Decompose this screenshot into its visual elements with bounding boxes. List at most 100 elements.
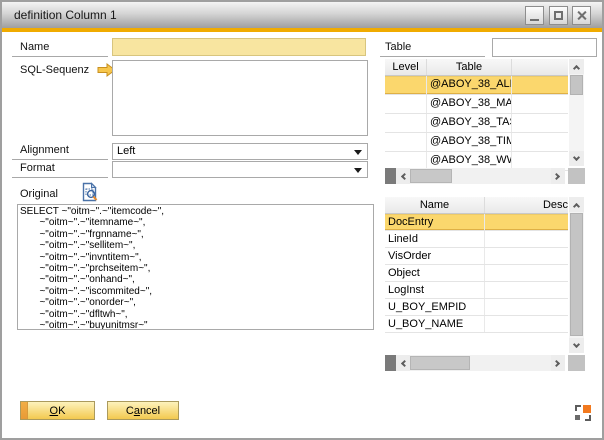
cell-desc	[485, 316, 568, 332]
scroll-right-icon[interactable]	[551, 355, 565, 371]
scroll-left-icon[interactable]	[396, 168, 410, 184]
field-row[interactable]: U_BOY_NAME	[385, 316, 568, 333]
resize-grip-icon[interactable]	[575, 405, 591, 421]
cell-desc	[485, 265, 568, 281]
cell-name: LineId	[385, 231, 485, 247]
name-input[interactable]	[112, 38, 366, 56]
scroll-down-icon[interactable]	[569, 151, 584, 166]
scroll-right-icon[interactable]	[551, 168, 565, 184]
maximize-icon	[554, 11, 563, 20]
field-row[interactable]: DocEntry	[385, 214, 568, 231]
field-row[interactable]: Object	[385, 265, 568, 282]
scroll-up-icon[interactable]	[569, 59, 584, 74]
fields-grid-rows: DocEntry LineId VisOrder Object LogInst …	[385, 214, 568, 333]
scrollbar-corner	[568, 355, 585, 371]
close-button[interactable]	[572, 6, 591, 25]
cell-table: @ABOY_38_MANUA	[427, 95, 512, 113]
accent-bar	[2, 28, 602, 32]
fields-grid: Name Desc DocEntry LineId VisOrder Objec…	[385, 197, 568, 334]
cell-desc	[485, 282, 568, 298]
close-icon	[576, 10, 587, 21]
alignment-dropdown[interactable]: Left	[112, 143, 368, 160]
alignment-value: Left	[117, 145, 135, 157]
definition-column-dialog: definition Column 1 Name SQL-Sequenz Ali…	[0, 0, 604, 440]
window-title: definition Column 1	[14, 8, 117, 22]
tables-grid-vscrollbar[interactable]	[569, 59, 584, 166]
table-row[interactable]: @ABOY_38_TASK	[385, 114, 568, 133]
format-dropdown[interactable]	[112, 161, 368, 178]
ok-button[interactable]: OK	[20, 401, 95, 420]
chevron-down-icon	[354, 168, 362, 173]
field-row[interactable]: LogInst	[385, 282, 568, 299]
field-row[interactable]: U_BOY_EMPID	[385, 299, 568, 316]
minimize-button[interactable]	[525, 6, 544, 25]
field-row[interactable]: LineId	[385, 231, 568, 248]
cell-extra	[512, 95, 568, 113]
table-filter-input[interactable]	[492, 38, 597, 57]
tables-grid-hscrollbar[interactable]	[385, 168, 585, 184]
column-split-handle[interactable]	[385, 355, 396, 371]
cell-table: @ABOY_38_TIMERE	[427, 133, 512, 151]
cell-name: U_BOY_NAME	[385, 316, 485, 332]
cell-extra	[512, 114, 568, 132]
tables-grid: Level Table @ABOY_38_ALLOC_ @ABOY_38_MAN…	[385, 59, 568, 173]
table-row[interactable]: @ABOY_38_ALLOC_	[385, 76, 568, 95]
cell-extra	[512, 133, 568, 151]
fields-grid-vscrollbar[interactable]	[569, 197, 584, 353]
minimize-icon	[530, 19, 539, 21]
sql-sequenz-label: SQL-Sequenz	[20, 64, 89, 76]
tables-grid-header[interactable]: Level Table	[385, 59, 568, 76]
cell-extra	[512, 76, 568, 94]
default-button-stripe	[21, 402, 28, 419]
cell-desc	[485, 299, 568, 315]
vscroll-thumb[interactable]	[570, 75, 583, 95]
cell-desc	[485, 248, 568, 264]
table-label: Table	[380, 40, 485, 57]
cell-level	[385, 114, 427, 132]
cell-name: VisOrder	[385, 248, 485, 264]
hscroll-track[interactable]	[410, 168, 551, 184]
cell-level	[385, 76, 427, 94]
cell-name: LogInst	[385, 282, 485, 298]
table-row[interactable]: @ABOY_38_MANUA	[385, 95, 568, 114]
cell-level	[385, 95, 427, 113]
hscroll-track[interactable]	[410, 355, 551, 371]
cell-name: DocEntry	[385, 214, 485, 230]
column-header-table[interactable]: Table	[427, 59, 512, 75]
fields-grid-header[interactable]: Name Desc	[385, 197, 568, 214]
cell-level	[385, 133, 427, 151]
original-sql-textarea[interactable]: SELECT ~"oitm~".~"itemcode~", ~"oitm~".~…	[17, 204, 374, 330]
alignment-label: Alignment	[12, 143, 108, 160]
scroll-up-icon[interactable]	[569, 197, 584, 212]
name-label: Name	[12, 40, 108, 57]
hscroll-thumb[interactable]	[410, 356, 470, 370]
column-header-extra[interactable]	[512, 59, 568, 75]
column-header-desc[interactable]: Desc	[485, 197, 568, 213]
table-row[interactable]: @ABOY_38_TIMERE	[385, 133, 568, 152]
cell-table: @ABOY_38_ALLOC_	[427, 76, 512, 94]
hscroll-thumb[interactable]	[410, 169, 452, 183]
field-row[interactable]: VisOrder	[385, 248, 568, 265]
cell-desc	[485, 214, 568, 230]
original-label: Original	[20, 188, 58, 200]
cell-name: U_BOY_EMPID	[385, 299, 485, 315]
cell-name: Object	[385, 265, 485, 281]
maximize-button[interactable]	[549, 6, 568, 25]
format-label: Format	[12, 161, 108, 178]
cancel-button[interactable]: Cancel	[107, 401, 179, 420]
cell-desc	[485, 231, 568, 247]
column-header-level[interactable]: Level	[385, 59, 427, 75]
title-bar[interactable]: definition Column 1	[2, 2, 602, 28]
tables-grid-rows: @ABOY_38_ALLOC_ @ABOY_38_MANUA @ABOY_38_…	[385, 76, 568, 171]
scrollbar-corner	[568, 168, 585, 184]
column-split-handle[interactable]	[385, 168, 396, 184]
vscroll-thumb[interactable]	[570, 213, 583, 336]
chevron-down-icon	[354, 150, 362, 155]
scroll-down-icon[interactable]	[569, 338, 584, 353]
column-header-name[interactable]: Name	[385, 197, 485, 213]
scroll-left-icon[interactable]	[396, 355, 410, 371]
preview-icon[interactable]	[82, 182, 99, 202]
fields-grid-hscrollbar[interactable]	[385, 355, 585, 371]
cell-table: @ABOY_38_TASK	[427, 114, 512, 132]
sql-sequenz-textarea[interactable]	[112, 60, 368, 136]
